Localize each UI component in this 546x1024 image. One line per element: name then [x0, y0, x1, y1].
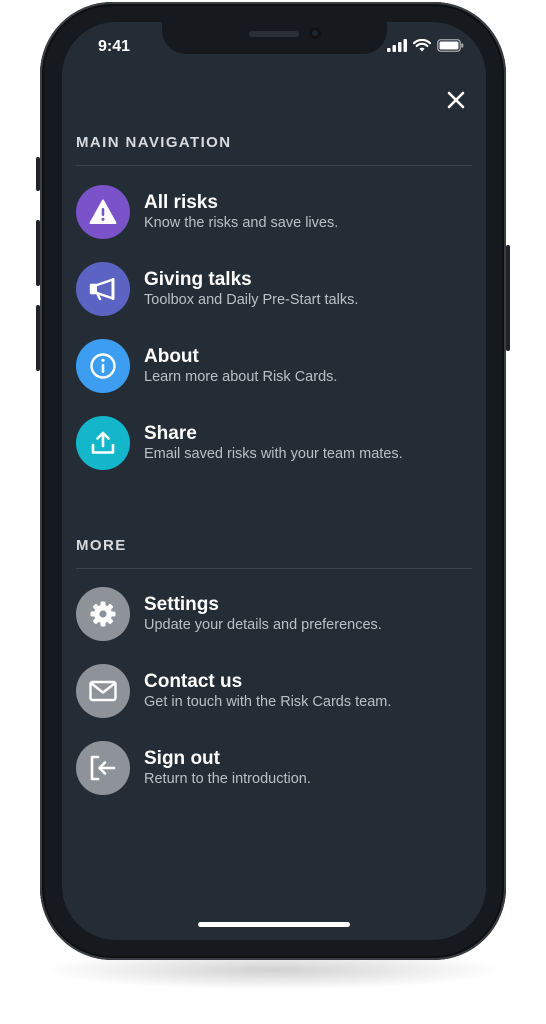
status-time: 9:41: [98, 38, 131, 55]
main-navigation-heading: MAIN NAVIGATION: [76, 134, 232, 151]
gear-icon: [90, 601, 116, 627]
battery-icon: [437, 39, 464, 52]
volume-up-button: [36, 220, 40, 286]
silent-switch: [36, 157, 40, 191]
menu-item-share[interactable]: Share Email saved risks with your team m…: [76, 415, 472, 471]
mail-icon: [89, 680, 117, 702]
all-risks-icon-circle: [76, 185, 130, 239]
front-camera: [309, 27, 321, 39]
menu-item-description: Update your details and preferences.: [144, 616, 382, 633]
giving-talks-icon-circle: [76, 262, 130, 316]
volume-down-button: [36, 305, 40, 371]
menu-item-description: Get in touch with the Risk Cards team.: [144, 693, 392, 710]
settings-icon-circle: [76, 587, 130, 641]
info-icon: [90, 353, 116, 379]
about-icon-circle: [76, 339, 130, 393]
share-icon-circle: [76, 416, 130, 470]
menu-item-description: Email saved risks with your team mates.: [144, 445, 403, 462]
menu-item-sign-out[interactable]: Sign out Return to the introduction.: [76, 740, 472, 796]
close-icon: [447, 91, 465, 109]
sign-out-icon-circle: [76, 741, 130, 795]
menu-item-about[interactable]: About Learn more about Risk Cards.: [76, 338, 472, 394]
menu-item-label: All risks: [144, 191, 218, 213]
home-indicator[interactable]: [198, 922, 350, 927]
contact-icon-circle: [76, 664, 130, 718]
menu-item-description: Learn more about Risk Cards.: [144, 368, 338, 385]
menu-item-label: About: [144, 345, 199, 367]
divider: [76, 165, 472, 166]
menu-item-giving-talks[interactable]: Giving talks Toolbox and Daily Pre-Start…: [76, 261, 472, 317]
app-screen: 9:41 MAIN NAVIGATION All risks Know the …: [62, 22, 486, 940]
menu-item-label: Share: [144, 422, 197, 444]
menu-item-label: Sign out: [144, 747, 220, 769]
close-button[interactable]: [442, 86, 470, 114]
menu-item-label: Contact us: [144, 670, 243, 692]
megaphone-icon: [89, 278, 115, 301]
menu-item-description: Toolbox and Daily Pre-Start talks.: [144, 291, 359, 308]
signal-icon: [387, 39, 407, 52]
menu-item-description: Return to the introduction.: [144, 770, 311, 787]
sign-out-icon: [90, 755, 116, 781]
menu-item-all-risks[interactable]: All risks Know the risks and save lives.: [76, 184, 472, 240]
more-heading: MORE: [76, 537, 127, 554]
menu-item-contact-us[interactable]: Contact us Get in touch with the Risk Ca…: [76, 663, 472, 719]
menu-item-description: Know the risks and save lives.: [144, 214, 339, 231]
menu-item-settings[interactable]: Settings Update your details and prefere…: [76, 586, 472, 642]
warning-icon: [89, 199, 117, 224]
menu-item-label: Giving talks: [144, 268, 252, 290]
menu-item-label: Settings: [144, 593, 219, 615]
notch: [162, 22, 387, 54]
upload-icon: [91, 431, 115, 454]
divider: [76, 568, 472, 569]
speaker-grille: [249, 31, 299, 37]
wifi-icon: [413, 39, 431, 52]
status-icons: [387, 39, 464, 52]
power-button: [506, 245, 510, 351]
